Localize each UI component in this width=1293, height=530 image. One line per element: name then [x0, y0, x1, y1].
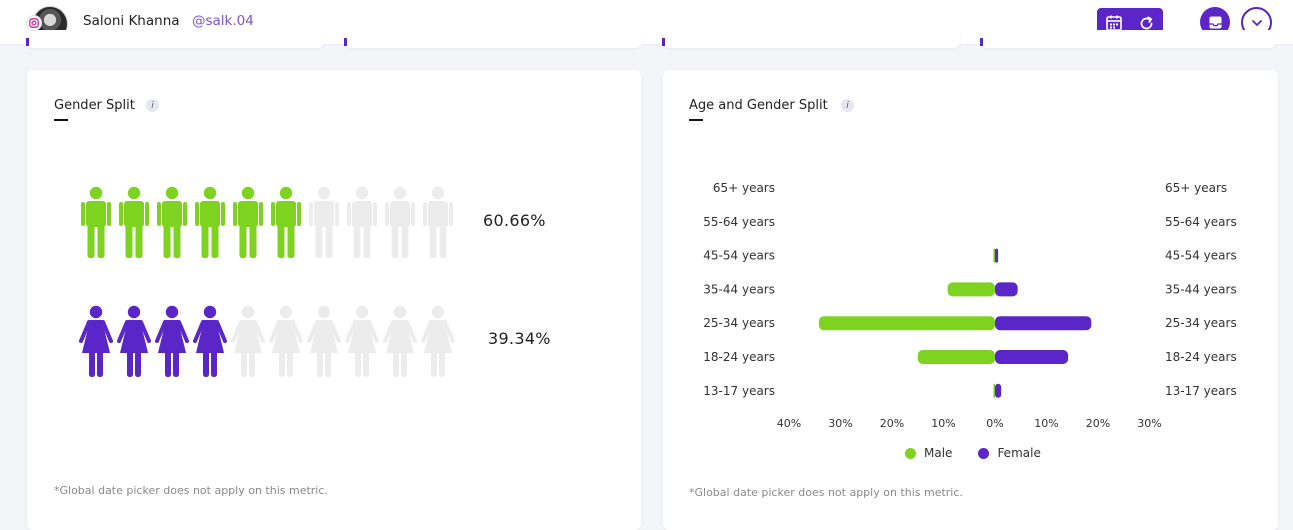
male-bar[interactable] — [947, 282, 995, 297]
age-label-left: 35-44 years — [703, 282, 775, 296]
male-person-icon — [81, 186, 111, 258]
x-tick-label: 20% — [1086, 417, 1110, 430]
stat-card-stub — [662, 30, 960, 48]
x-tick-label: 0% — [986, 417, 1003, 430]
female-person-icon — [117, 305, 151, 377]
female-person-icon — [79, 305, 113, 377]
female-icon-row — [77, 305, 457, 377]
title-underline — [54, 119, 68, 121]
female-person-icon — [345, 305, 379, 377]
instagram-icon — [26, 15, 42, 31]
male-person-icon — [309, 186, 339, 258]
x-tick-label: 20% — [880, 417, 904, 430]
female-person-icon — [421, 305, 455, 377]
male-person-icon — [157, 186, 187, 258]
footnote: *Global date picker does not apply on th… — [689, 486, 963, 499]
female-bar[interactable] — [995, 282, 1018, 297]
age-label-left: 13-17 years — [703, 384, 775, 398]
card-title: Gender Split — [54, 98, 135, 113]
male-person-icon — [385, 186, 415, 258]
female-percent: 39.34% — [488, 329, 551, 348]
male-bar[interactable] — [917, 350, 995, 364]
female-bar[interactable] — [995, 316, 1092, 331]
age-label-right: 25-34 years — [1165, 316, 1237, 330]
age-label-right: 55-64 years — [1165, 215, 1237, 229]
age-label-left: 45-54 years — [703, 249, 775, 263]
stat-card-stub — [980, 30, 1276, 48]
age-label-left: 55-64 years — [703, 215, 775, 229]
user-handle[interactable]: @salk.04 — [192, 13, 254, 29]
legend-item-male[interactable]: Male — [905, 446, 952, 460]
female-person-icon — [269, 305, 303, 377]
age-label-left: 65+ years — [713, 181, 775, 195]
male-person-icon — [271, 186, 301, 258]
male-person-icon — [233, 186, 263, 258]
gender-split-card: Gender Split i 60.66% 39.34% *Global dat… — [27, 70, 641, 530]
age-label-right: 45-54 years — [1165, 249, 1237, 263]
stat-card-stub — [26, 30, 324, 48]
x-tick-label: 40% — [777, 417, 801, 430]
stat-card-stub — [344, 30, 642, 48]
male-icon-row — [77, 186, 457, 258]
male-person-icon — [423, 186, 453, 258]
male-bar[interactable] — [993, 383, 995, 398]
male-percent: 60.66% — [483, 211, 546, 230]
age-label-right: 18-24 years — [1165, 350, 1237, 364]
age-label-left: 25-34 years — [703, 316, 775, 330]
male-bar[interactable] — [993, 248, 995, 263]
female-person-icon — [231, 305, 265, 377]
female-person-icon — [155, 305, 189, 377]
female-bar[interactable] — [995, 350, 1069, 364]
legend-label-male: Male — [924, 446, 953, 460]
male-person-icon — [119, 186, 149, 258]
age-label-right: 35-44 years — [1165, 282, 1237, 296]
female-bar[interactable] — [995, 383, 1002, 398]
female-person-icon — [193, 305, 227, 377]
age-label-right: 65+ years — [1165, 181, 1227, 195]
age-gender-split-card: Age and Gender Split i 65+ years 65+ year… — [663, 70, 1278, 530]
x-tick-label: 30% — [1137, 417, 1161, 430]
female-bar[interactable] — [995, 248, 999, 263]
legend-item-female[interactable]: Female — [978, 446, 1041, 460]
legend-dot-male — [905, 447, 916, 459]
female-person-icon — [307, 305, 341, 377]
male-bar[interactable] — [818, 316, 995, 331]
user-name: Saloni Khanna — [83, 13, 180, 29]
info-icon[interactable]: i — [146, 99, 159, 112]
legend-dot-female — [978, 447, 990, 459]
x-tick-label: 10% — [1034, 417, 1058, 430]
age-label-right: 13-17 years — [1165, 384, 1237, 398]
female-person-icon — [383, 305, 417, 377]
age-label-left: 18-24 years — [703, 350, 775, 364]
chart-legend: Male Female — [905, 446, 1067, 460]
footnote: *Global date picker does not apply on th… — [54, 484, 328, 497]
age-gender-chart: 65+ years 65+ years 55-64 years 55-64 years… — [703, 181, 1237, 430]
legend-label-female: Female — [997, 446, 1041, 460]
x-tick-label: 10% — [931, 417, 955, 430]
male-person-icon — [347, 186, 377, 258]
male-person-icon — [195, 186, 225, 258]
x-tick-label: 30% — [828, 417, 852, 430]
